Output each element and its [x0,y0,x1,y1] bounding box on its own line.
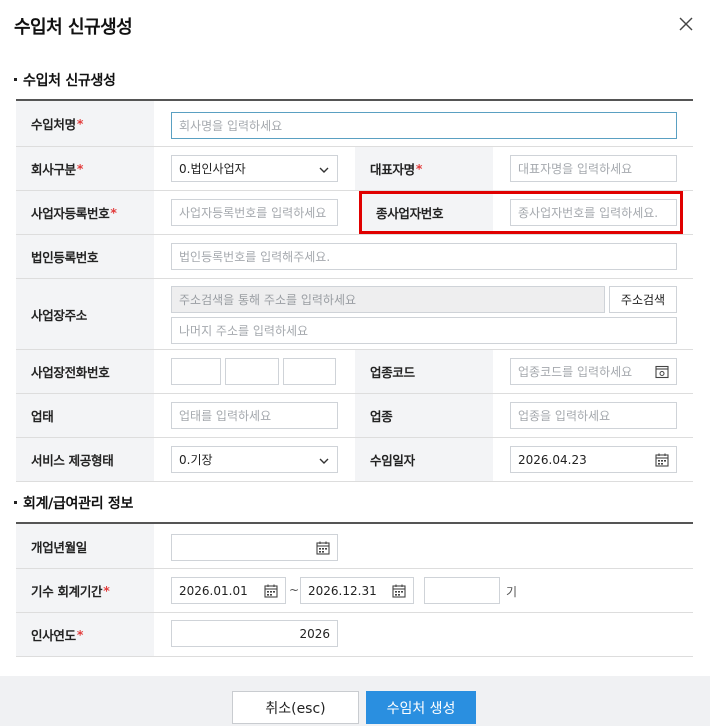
dialog-title: 수입처 신규생성 [14,17,133,38]
calendar-icon[interactable] [316,541,330,555]
row-business: 업태 업태를 입력하세요 업종 업종을 입력하세요 [16,394,693,438]
row-open-date: 개업년월일 [16,524,693,569]
row-hr-year: 인사연도 * 2026 [16,613,693,657]
phone-input-area[interactable] [171,358,221,385]
address-label: 사업장주소 [16,279,154,349]
calendar-icon[interactable] [392,584,406,598]
import-date-label: 수임일자 [355,438,493,481]
ceo-label: 대표자명 * [355,147,493,190]
phone-input-middle[interactable] [225,358,279,385]
fiscal-start-input[interactable]: 2026.01.01 [171,577,286,604]
accounting-info-table: 개업년월일 기수 회계기간 * 2026.01.01 ~ 2026.12.31 … [16,522,693,657]
section-heading-accounting: 회계/급여관리 정보 [14,493,133,513]
row-service: 서비스 제공형태 0.기장 수임일자 2026.04.23 [16,438,693,482]
industry-code-label: 업종코드 [355,350,493,393]
row-phone: 사업장전화번호 업종코드 업종코드를 입력하세요 [16,350,693,394]
highlight-box [359,191,683,234]
business-item-input[interactable]: 업종을 입력하세요 [510,402,677,429]
business-item-label: 업종 [355,394,493,437]
name-input[interactable]: 회사명을 입력하세요 [171,112,677,139]
lookup-icon[interactable] [655,365,669,379]
name-label: 수입처명 * [16,101,154,146]
chevron-down-icon [319,458,329,464]
biz-no-label: 사업자등록번호 * [16,191,154,234]
company-type-label: 회사구분 * [16,147,154,190]
business-type-input[interactable]: 업태를 입력하세요 [171,402,338,429]
business-type-label: 업태 [16,394,154,437]
corp-no-input[interactable]: 법인등록번호를 입력해주세요. [171,243,677,270]
industry-code-input[interactable]: 업종코드를 입력하세요 [510,358,677,385]
hr-year-label: 인사연도 * [16,613,154,656]
address-input: 주소검색을 통해 주소를 입력하세요 [171,286,605,313]
cancel-button[interactable]: 취소(esc) [232,691,359,724]
calendar-icon[interactable] [264,584,278,598]
fiscal-term-input[interactable] [424,577,500,604]
close-icon [679,17,693,31]
address-detail-input[interactable]: 나머지 주소를 입력하세요 [171,317,677,344]
company-type-select[interactable]: 0.법인사업자 [171,155,338,182]
phone-input-last[interactable] [283,358,336,385]
close-button[interactable] [676,14,696,34]
service-type-label: 서비스 제공형태 [16,438,154,481]
open-date-label: 개업년월일 [16,524,154,568]
chevron-down-icon [319,167,329,173]
biz-no-input[interactable]: 사업자등록번호를 입력하세요 [171,199,338,226]
fiscal-separator: ~ [289,583,300,597]
hr-year-input[interactable]: 2026 [171,620,338,647]
create-button[interactable]: 수임처 생성 [366,691,476,724]
row-name: 수입처명 * 회사명을 입력하세요 [16,101,693,147]
fiscal-term-suffix: 기 [506,585,518,599]
address-search-button[interactable]: 주소검색 [609,286,677,313]
ceo-input[interactable]: 대표자명을 입력하세요 [510,155,677,182]
bullet-icon [14,77,17,81]
section-heading-basic: 수입처 신규생성 [14,70,116,90]
bullet-icon [14,500,17,504]
phone-label: 사업장전화번호 [16,350,154,393]
row-fiscal-period: 기수 회계기간 * 2026.01.01 ~ 2026.12.31 기 [16,569,693,613]
row-corp-no: 법인등록번호 법인등록번호를 입력해주세요. [16,235,693,279]
basic-info-table: 수입처명 * 회사명을 입력하세요 회사구분 * 0.법인사업자 대표자명 * 대표자… [16,99,693,482]
row-company-type: 회사구분 * 0.법인사업자 대표자명 * 대표자명을 입력하세요 [16,147,693,191]
open-date-input[interactable] [171,534,338,561]
corp-no-label: 법인등록번호 [16,235,154,278]
fiscal-period-label: 기수 회계기간 * [16,569,154,612]
calendar-icon[interactable] [655,453,669,467]
dialog-header: 수입처 신규생성 [0,0,710,52]
fiscal-end-input[interactable]: 2026.12.31 [300,577,414,604]
row-address: 사업장주소 주소검색을 통해 주소를 입력하세요 주소검색 나머지 주소를 입력… [16,279,693,350]
service-type-select[interactable]: 0.기장 [171,446,338,473]
import-date-input[interactable]: 2026.04.23 [510,446,677,473]
